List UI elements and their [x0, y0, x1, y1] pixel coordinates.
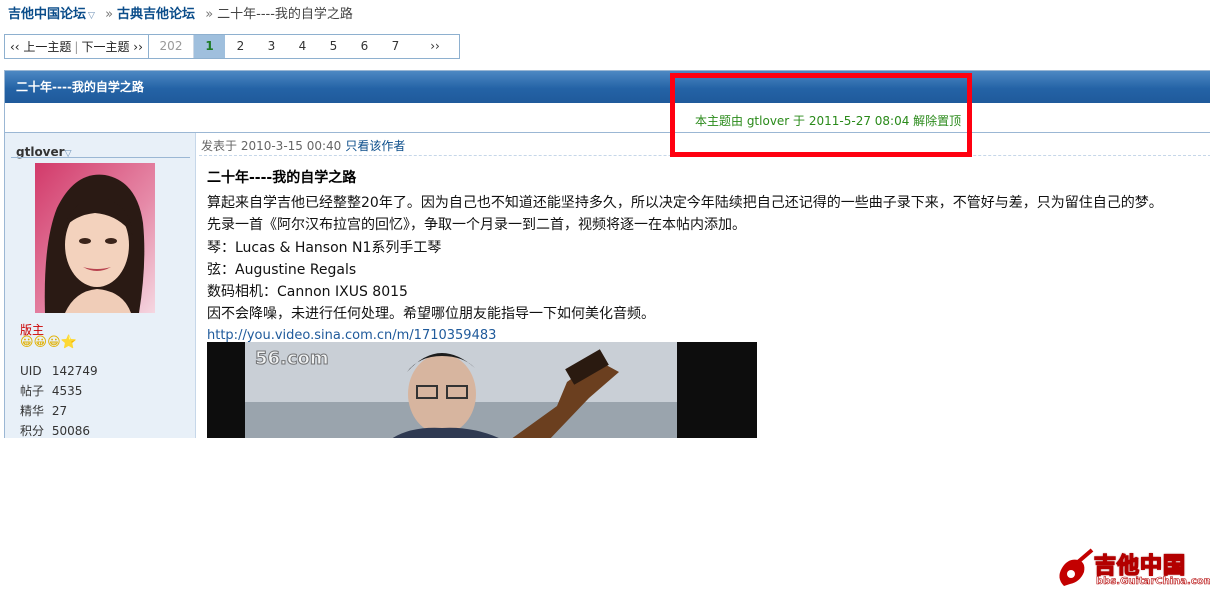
author-stat-points: 积分 50086 — [20, 424, 91, 438]
post-line: 因不会降噪，未进行任何处理。希望哪位朋友能指导一下如何美化音频。 — [207, 306, 655, 323]
page-link[interactable]: 2 — [225, 35, 256, 58]
post-line: 数码相机：Cannon IXUS 8015 — [207, 284, 408, 301]
post-title: 二十年----我的自学之路 — [207, 170, 357, 186]
breadcrumb-current: 二十年----我的自学之路 — [217, 7, 353, 22]
page-link-current[interactable]: 1 — [194, 35, 225, 58]
post-line: 琴：Lucas & Hanson N1系列手工琴 — [207, 239, 442, 256]
page-link[interactable]: 4 — [287, 35, 318, 58]
avatar[interactable] — [35, 163, 155, 313]
breadcrumb-subforum-link[interactable]: 古典吉他论坛 — [117, 7, 195, 22]
breadcrumb-separator: » — [205, 7, 214, 22]
author-sidebar: gtlover▽ 版主 😀😀😀⭐ UID 142749 帖子 4535 精华 2… — [5, 133, 196, 438]
post-line: 先录一首《阿尔汉布拉宫的回忆》，争取一个月录一到二首，视频将逐一在本帖内添加。 — [207, 217, 746, 234]
topic-nav-divider: | — [74, 39, 79, 54]
page-link[interactable]: 7 — [380, 35, 411, 58]
thread-container: 二十年----我的自学之路 本主题由 gtlover 于 2011-5-27 0… — [4, 70, 1210, 438]
pagination-total: 202 — [149, 35, 194, 58]
page-link[interactable]: 6 — [349, 35, 380, 58]
author-divider — [11, 157, 190, 158]
topic-nav: ‹‹ 上一主题 | 下一主题 ›› — [4, 34, 149, 59]
post-line: 弦：Augustine Regals — [207, 261, 357, 278]
author-stat-uid: UID 142749 — [20, 364, 98, 378]
breadcrumb: 吉他中国论坛 ▽ » 古典吉他论坛 » 二十年----我的自学之路 — [8, 5, 353, 25]
page-link[interactable]: 5 — [318, 35, 349, 58]
post-body: 算起来自学吉他已经整整20年了。因为自己也不知道还能坚持多久，所以决定今年陆续把… — [207, 192, 1163, 345]
breadcrumb-forum-link[interactable]: 吉他中国论坛 — [8, 7, 86, 22]
highlight-box — [670, 73, 972, 157]
watermark-en: bbs.GuitarChina.com — [1096, 576, 1210, 588]
post-line: 算起来自学吉他已经整整20年了。因为自己也不知道还能坚持多久，所以决定今年陆续把… — [207, 195, 1163, 211]
pagination: 202 1 2 3 4 5 6 7 ›› — [148, 34, 460, 59]
thread-title-bar: 二十年----我的自学之路 — [5, 71, 1210, 103]
post-date: 发表于 2010-3-15 00:40 — [201, 139, 342, 153]
author-stat-digest: 精华 27 — [20, 404, 68, 418]
next-topic-link[interactable]: 下一主题 ›› — [81, 38, 142, 55]
next-page-button[interactable]: ›› — [411, 35, 459, 58]
guitar-logo-icon — [1059, 548, 1094, 586]
prev-topic-link[interactable]: ‹‹ 上一主题 — [10, 38, 71, 55]
video-player[interactable]: 56.com — [207, 342, 757, 438]
post-meta: 发表于 2010-3-15 00:40 只看该作者 — [201, 137, 405, 154]
chevron-down-icon[interactable]: ▽ — [88, 11, 95, 21]
breadcrumb-separator: » — [105, 7, 114, 22]
author-stat-posts: 帖子 4535 — [20, 384, 83, 398]
author-stats: UID 142749 帖子 4535 精华 27 积分 50086 — [20, 361, 98, 438]
watermark: 吉他中国 bbs.GuitarChina.com — [1056, 548, 1210, 592]
video-logo: 56.com — [255, 348, 330, 370]
rank-stars-icon: 😀😀😀⭐ — [20, 335, 77, 350]
page-link[interactable]: 3 — [256, 35, 287, 58]
only-author-link[interactable]: 只看该作者 — [345, 139, 405, 153]
thread-notice-row: 本主题由 gtlover 于 2011-5-27 08:04 解除置顶 — [5, 103, 1210, 133]
